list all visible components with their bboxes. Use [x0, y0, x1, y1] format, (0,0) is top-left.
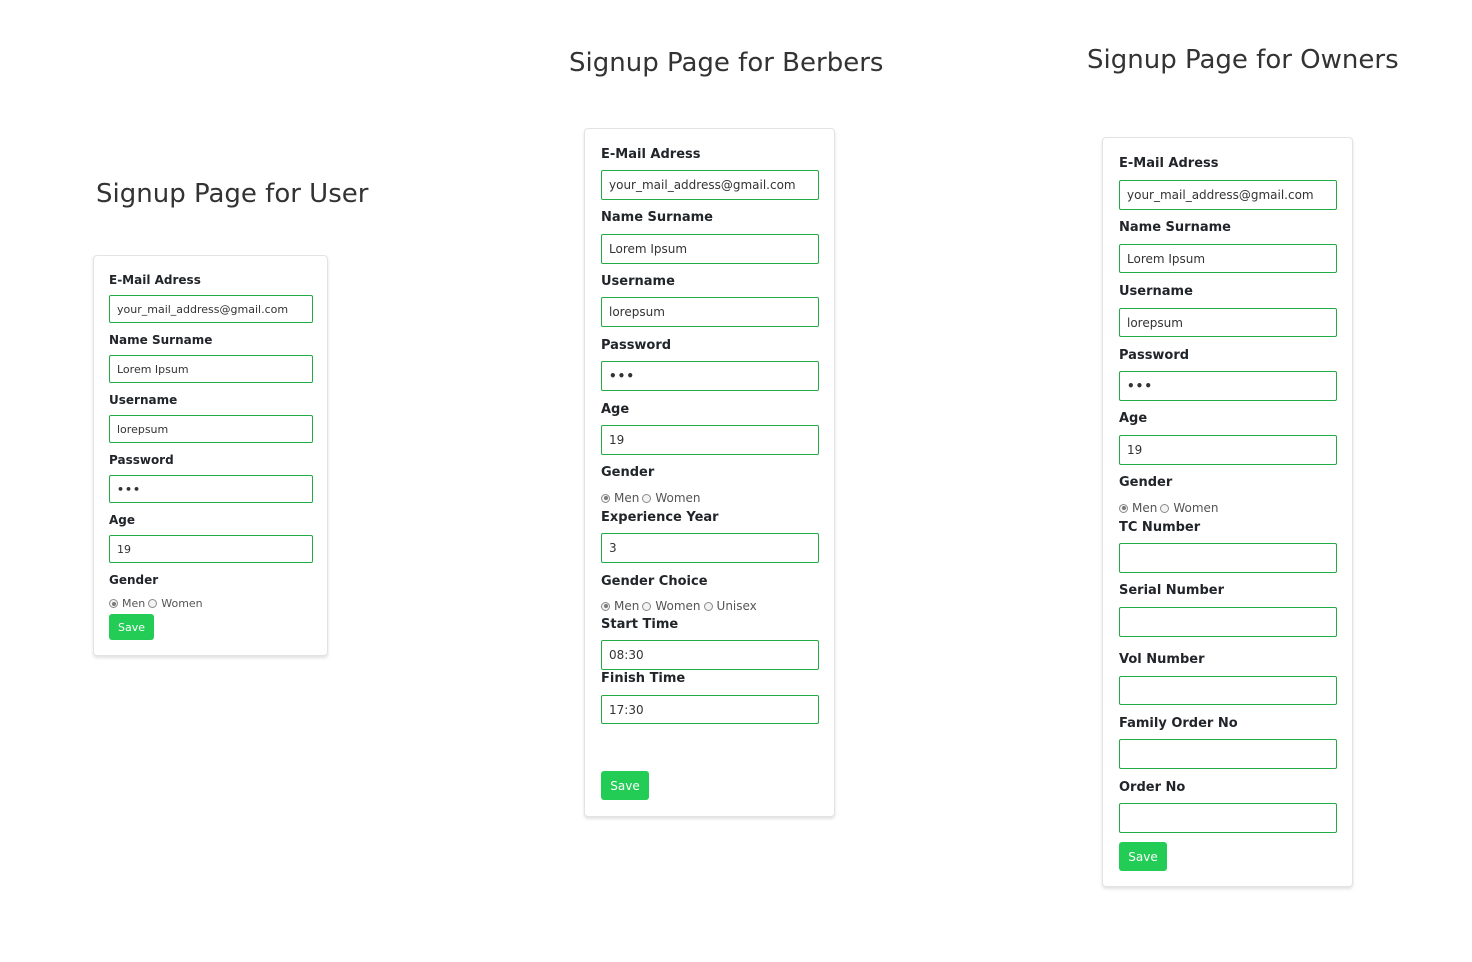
gender-label: Gender	[1119, 475, 1173, 490]
berber-signup-title: Signup Page for Berbers	[569, 48, 884, 78]
email-label: E-Mail Adress	[1119, 156, 1219, 171]
email-label: E-Mail Adress	[109, 273, 201, 287]
gender-women-radio[interactable]	[1160, 503, 1170, 513]
tc-number-label: TC Number	[1119, 520, 1201, 535]
password-label: Password	[109, 453, 174, 467]
finish-time-label: Finish Time	[601, 671, 686, 686]
owner-signup-title: Signup Page for Owners	[1087, 45, 1399, 75]
username-label: Username	[109, 393, 178, 407]
gender-women-label: Women	[1173, 501, 1219, 515]
password-field[interactable]: •••	[1119, 371, 1337, 401]
age-field[interactable]: 19	[1119, 435, 1337, 465]
gender-radio-group: Men Women	[109, 597, 206, 610]
gender-choice-men-option[interactable]: Men	[601, 599, 639, 613]
password-label: Password	[1119, 348, 1190, 363]
user-signup-title: Signup Page for User	[96, 179, 369, 209]
order-no-field[interactable]	[1119, 803, 1337, 833]
experience-year-label: Experience Year	[601, 510, 719, 525]
gender-women-radio[interactable]	[148, 599, 158, 608]
name-surname-field[interactable]: Lorem Ipsum	[601, 234, 819, 264]
gender-women-label: Women	[161, 597, 203, 610]
save-button[interactable]: Save	[109, 614, 154, 640]
email-field[interactable]: your_mail_address@gmail.com	[109, 295, 313, 323]
gender-choice-women-radio[interactable]	[642, 601, 652, 611]
start-time-label: Start Time	[601, 617, 679, 632]
serial-number-field[interactable]	[1119, 607, 1337, 637]
password-label: Password	[601, 338, 672, 353]
gender-men-label: Men	[614, 491, 640, 505]
gender-men-radio[interactable]	[1119, 503, 1128, 513]
gender-men-radio[interactable]	[109, 599, 118, 608]
start-time-field[interactable]: 08:30	[601, 640, 819, 670]
age-field[interactable]: 19	[601, 425, 819, 455]
save-button[interactable]: Save	[1119, 842, 1167, 871]
name-surname-field[interactable]: Lorem Ipsum	[109, 355, 313, 383]
name-surname-label: Name Surname	[601, 210, 713, 225]
gender-label: Gender	[109, 573, 159, 587]
age-label: Age	[1119, 411, 1148, 426]
gender-choice-unisex-label: Unisex	[716, 599, 757, 613]
gender-label: Gender	[601, 465, 655, 480]
gender-choice-unisex-radio[interactable]	[703, 601, 713, 611]
gender-radio-group: Men Women	[1119, 501, 1222, 515]
email-field[interactable]: your_mail_address@gmail.com	[1119, 180, 1337, 210]
gender-women-option[interactable]: Women	[1160, 501, 1219, 515]
family-order-no-field[interactable]	[1119, 739, 1337, 769]
user-signup-form: E-Mail Adress your_mail_address@gmail.co…	[93, 255, 328, 656]
gender-women-label: Women	[655, 491, 701, 505]
vol-number-label: Vol Number	[1119, 652, 1205, 667]
gender-choice-unisex-option[interactable]: Unisex	[703, 599, 757, 613]
age-label: Age	[109, 513, 136, 527]
password-field[interactable]: •••	[109, 475, 313, 503]
gender-choice-radio-group: Men Women Unisex	[601, 599, 760, 613]
family-order-no-label: Family Order No	[1119, 716, 1238, 731]
berber-signup-form: E-Mail Adress your_mail_address@gmail.co…	[584, 128, 835, 817]
tc-number-field[interactable]	[1119, 543, 1337, 573]
name-surname-label: Name Surname	[1119, 220, 1231, 235]
username-field[interactable]: lorepsum	[1119, 308, 1337, 337]
password-field[interactable]: •••	[601, 361, 819, 391]
name-surname-field[interactable]: Lorem Ipsum	[1119, 244, 1337, 273]
gender-men-radio[interactable]	[601, 493, 610, 503]
gender-choice-label: Gender Choice	[601, 574, 708, 589]
username-label: Username	[1119, 284, 1193, 299]
gender-men-label: Men	[1132, 501, 1158, 515]
gender-men-label: Men	[122, 597, 146, 610]
experience-year-field[interactable]: 3	[601, 533, 819, 563]
email-field[interactable]: your_mail_address@gmail.com	[601, 170, 819, 200]
username-field[interactable]: lorepsum	[601, 297, 819, 327]
gender-men-option[interactable]: Men	[109, 597, 145, 610]
serial-number-label: Serial Number	[1119, 583, 1225, 598]
gender-choice-women-option[interactable]: Women	[642, 599, 701, 613]
order-no-label: Order No	[1119, 780, 1186, 795]
gender-women-radio[interactable]	[642, 493, 652, 503]
vol-number-field[interactable]	[1119, 676, 1337, 705]
gender-choice-men-radio[interactable]	[601, 601, 610, 611]
gender-choice-women-label: Women	[655, 599, 701, 613]
gender-women-option[interactable]: Women	[148, 597, 203, 610]
username-field[interactable]: lorepsum	[109, 415, 313, 443]
save-button[interactable]: Save	[601, 771, 649, 800]
age-label: Age	[601, 402, 630, 417]
finish-time-field[interactable]: 17:30	[601, 695, 819, 724]
gender-choice-men-label: Men	[614, 599, 640, 613]
gender-women-option[interactable]: Women	[642, 491, 701, 505]
gender-men-option[interactable]: Men	[601, 491, 639, 505]
gender-men-option[interactable]: Men	[1119, 501, 1157, 515]
email-label: E-Mail Adress	[601, 147, 701, 162]
gender-radio-group: Men Women	[601, 491, 704, 505]
name-surname-label: Name Surname	[109, 333, 213, 347]
age-field[interactable]: 19	[109, 535, 313, 563]
owner-signup-form: E-Mail Adress your_mail_address@gmail.co…	[1102, 137, 1353, 887]
username-label: Username	[601, 274, 675, 289]
